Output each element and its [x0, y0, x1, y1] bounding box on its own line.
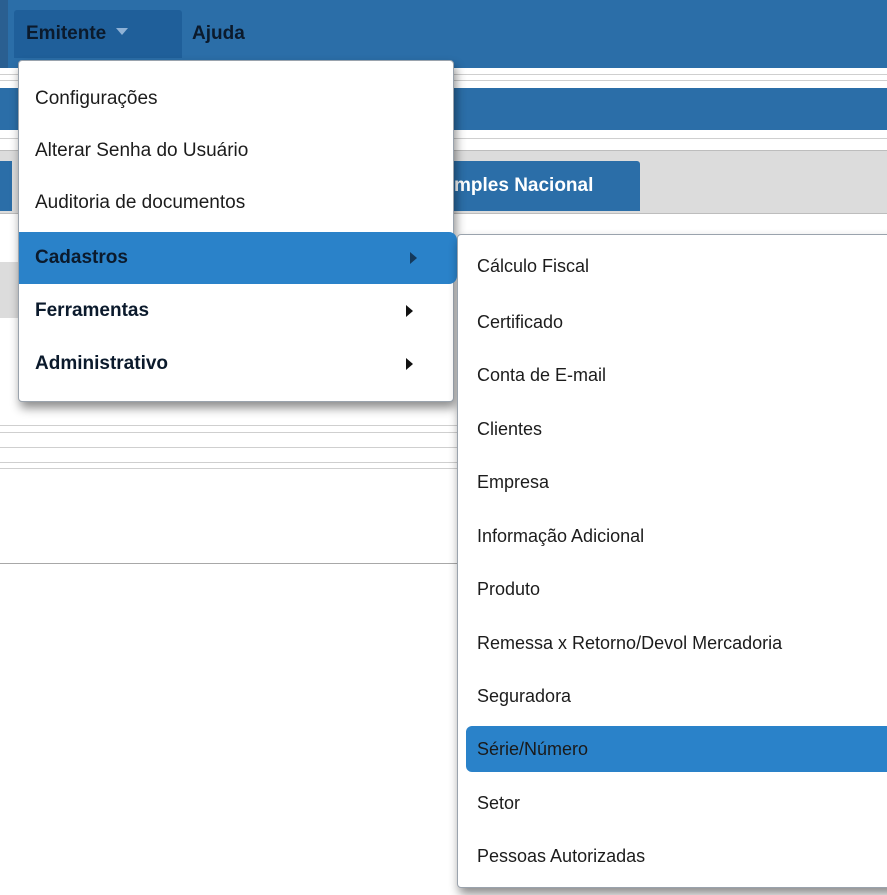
submenu-item-serie-numero[interactable]: Série/Número — [466, 726, 887, 772]
menu-ajuda[interactable]: Ajuda — [192, 10, 245, 58]
divider — [0, 447, 460, 448]
menubar-edge — [0, 0, 8, 68]
submenu-item-pessoas-autorizadas[interactable]: Pessoas Autorizadas — [466, 833, 887, 879]
submenu-item-produto[interactable]: Produto — [466, 566, 887, 612]
top-menubar: Emitente Ajuda — [0, 0, 887, 68]
tab-simples-nacional[interactable]: mples Nacional — [446, 161, 640, 211]
chevron-right-icon — [406, 358, 413, 370]
menu-emitente-label: Emitente — [26, 23, 107, 44]
chevron-down-icon — [116, 28, 129, 36]
tab-partial[interactable] — [0, 161, 12, 211]
submenu-item-certificado[interactable]: Certificado — [466, 299, 887, 345]
chevron-right-icon — [406, 305, 413, 317]
divider — [0, 563, 460, 564]
submenu-item-informacao-adicional[interactable]: Informação Adicional — [466, 513, 887, 559]
menu-item-configuracoes[interactable]: Configurações — [19, 73, 453, 125]
submenu-item-seguradora[interactable]: Seguradora — [466, 673, 887, 719]
menu-item-cadastros-label: Cadastros — [35, 247, 128, 268]
menu-item-administrativo-label: Administrativo — [35, 353, 169, 374]
menu-item-administrativo[interactable]: Administrativo — [19, 338, 453, 390]
menu-item-cadastros[interactable]: Cadastros — [19, 232, 457, 284]
emitente-dropdown-menu: Configurações Alterar Senha do Usuário A… — [18, 60, 457, 402]
menu-item-auditoria[interactable]: Auditoria de documentos — [19, 177, 453, 229]
divider — [0, 432, 460, 433]
menu-emitente[interactable]: Emitente — [14, 10, 182, 58]
submenu-item-empresa[interactable]: Empresa — [466, 459, 887, 505]
submenu-item-remessa-retorno[interactable]: Remessa x Retorno/Devol Mercadoria — [466, 620, 887, 666]
menu-item-ferramentas-label: Ferramentas — [35, 300, 150, 321]
submenu-item-calculo-fiscal[interactable]: Cálculo Fiscal — [466, 243, 887, 289]
submenu-item-clientes[interactable]: Clientes — [466, 406, 887, 452]
menu-item-alterar-senha[interactable]: Alterar Senha do Usuário — [19, 125, 453, 177]
divider — [0, 425, 460, 426]
divider — [0, 468, 460, 469]
submenu-item-conta-email[interactable]: Conta de E-mail — [466, 352, 887, 398]
submenu-item-setor[interactable]: Setor — [466, 780, 887, 826]
divider — [0, 462, 460, 463]
cadastros-submenu: Cálculo Fiscal Certificado Conta de E-ma… — [457, 234, 887, 888]
menu-item-ferramentas[interactable]: Ferramentas — [19, 285, 453, 337]
chevron-right-icon — [410, 252, 417, 264]
